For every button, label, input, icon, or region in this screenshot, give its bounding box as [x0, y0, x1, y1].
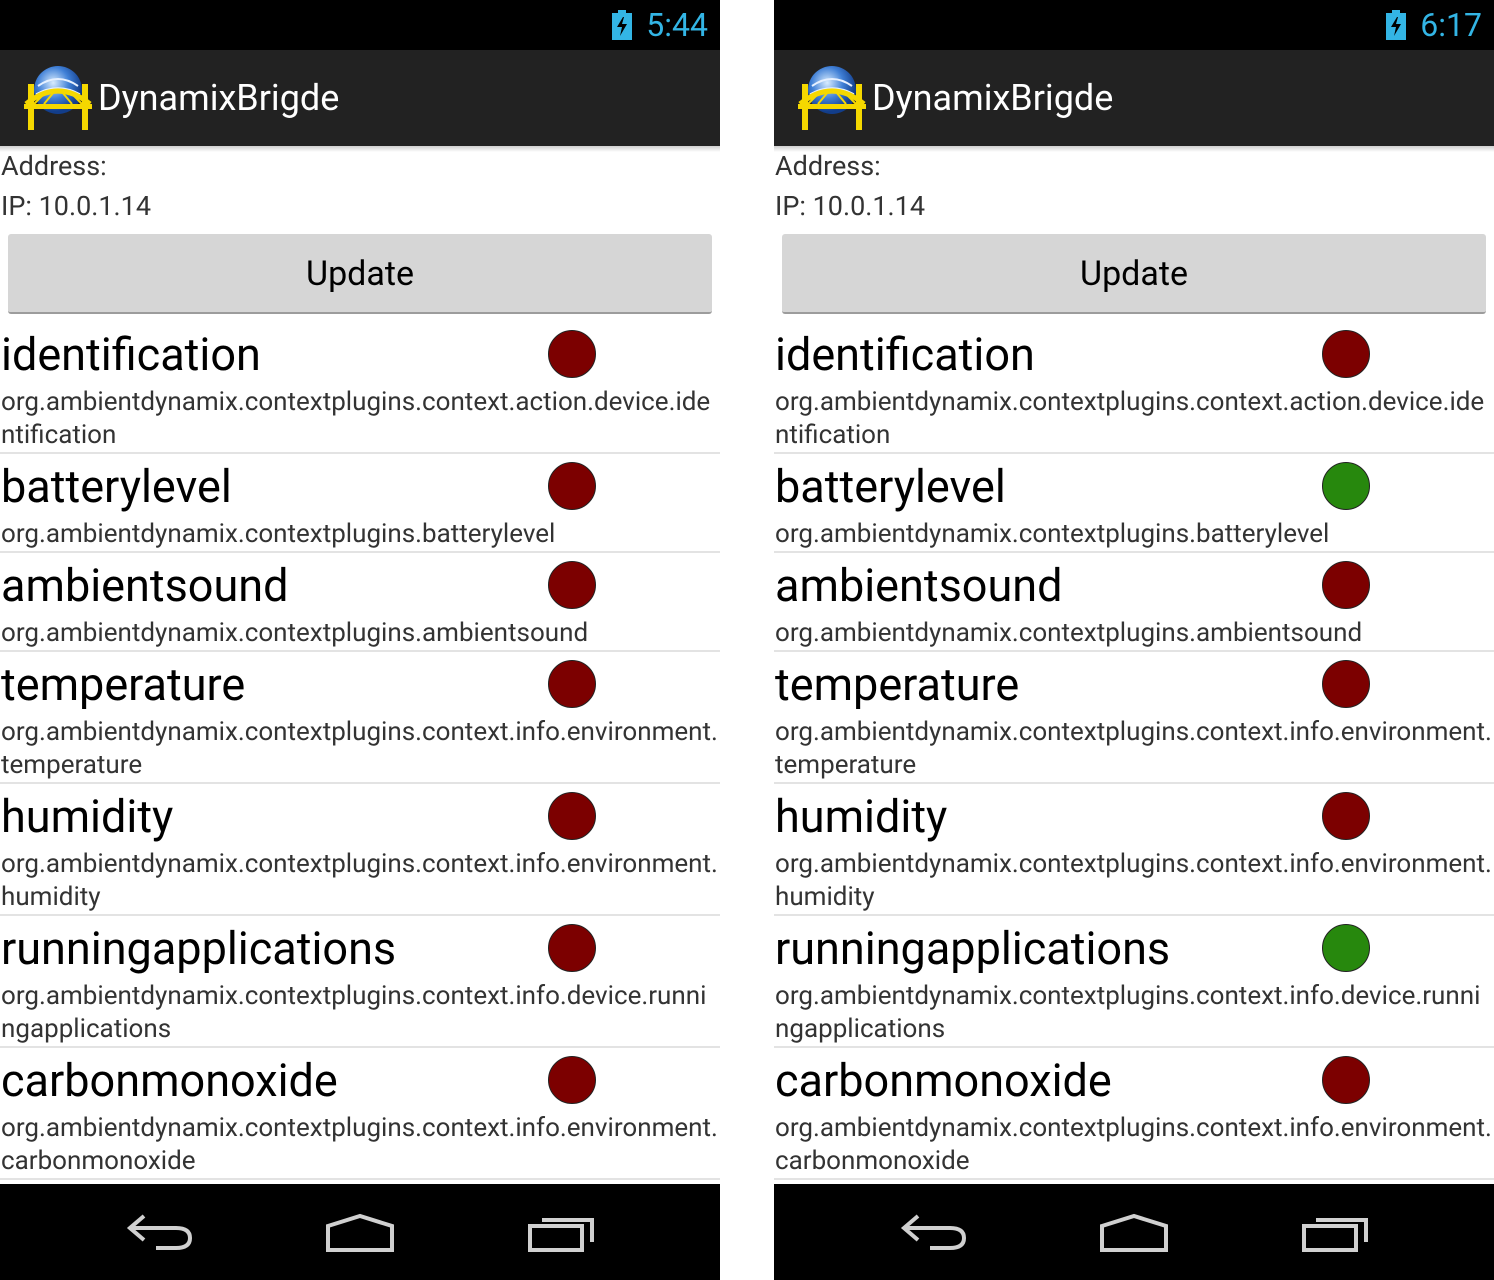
- plugin-row[interactable]: ambientsound org.ambientdynamix.contextp…: [774, 553, 1494, 652]
- plugin-list: identification org.ambientdynamix.contex…: [774, 322, 1494, 1180]
- plugin-name: identification: [1, 328, 261, 381]
- back-icon[interactable]: [900, 1212, 968, 1252]
- plugin-status-indicator: [548, 792, 596, 840]
- address-label: Address:: [1, 150, 107, 182]
- main-content: Address: IP: 10.0.1.14 Update identifica…: [0, 146, 720, 1180]
- plugin-row[interactable]: carbonmonoxide org.ambientdynamix.contex…: [0, 1048, 720, 1180]
- plugin-row[interactable]: batterylevel org.ambientdynamix.contextp…: [0, 454, 720, 553]
- plugin-name: ambientsound: [775, 559, 1063, 612]
- main-content: Address: IP: 10.0.1.14 Update identifica…: [774, 146, 1494, 1180]
- plugin-name: carbonmonoxide: [775, 1054, 1112, 1107]
- recents-icon[interactable]: [528, 1212, 596, 1252]
- plugin-row[interactable]: runningapplications org.ambientdynamix.c…: [0, 916, 720, 1048]
- plugin-name: humidity: [775, 790, 948, 843]
- plugin-package: org.ambientdynamix.contextplugins.contex…: [775, 717, 1492, 780]
- plugin-package: org.ambientdynamix.contextplugins.contex…: [1, 981, 707, 1044]
- plugin-package: org.ambientdynamix.contextplugins.contex…: [775, 1113, 1492, 1176]
- plugin-package: org.ambientdynamix.contextplugins.batter…: [1, 519, 556, 549]
- update-button[interactable]: Update: [8, 234, 712, 314]
- plugin-name: carbonmonoxide: [1, 1054, 338, 1107]
- navigation-bar: [0, 1184, 720, 1280]
- status-clock: 6:17: [1420, 6, 1482, 44]
- plugin-row[interactable]: identification org.ambientdynamix.contex…: [774, 322, 1494, 454]
- status-bar: 6:17: [774, 0, 1494, 56]
- plugin-row[interactable]: runningapplications org.ambientdynamix.c…: [774, 916, 1494, 1048]
- ip-address-text: IP: 10.0.1.14: [1, 190, 152, 222]
- plugin-row[interactable]: temperature org.ambientdynamix.contextpl…: [0, 652, 720, 784]
- phone-screen-right: 6:17 DynamixBrigde Address: IP: 10.0.1.1…: [774, 0, 1494, 1280]
- plugin-package: org.ambientdynamix.contextplugins.contex…: [1, 1113, 718, 1176]
- plugin-name: ambientsound: [1, 559, 289, 612]
- bridge-globe-icon: [798, 66, 866, 130]
- navigation-bar: [774, 1184, 1494, 1280]
- status-bar: 5:44: [0, 0, 720, 56]
- plugin-name: runningapplications: [1, 922, 397, 975]
- plugin-row[interactable]: humidity org.ambientdynamix.contextplugi…: [774, 784, 1494, 916]
- bridge-globe-icon: [24, 66, 92, 130]
- plugin-status-indicator: [1322, 792, 1370, 840]
- action-bar: DynamixBrigde: [0, 50, 720, 152]
- plugin-status-indicator: [548, 660, 596, 708]
- address-label: Address:: [775, 150, 881, 182]
- plugin-status-indicator: [1322, 330, 1370, 378]
- app-title: DynamixBrigde: [98, 77, 340, 119]
- plugin-row[interactable]: carbonmonoxide org.ambientdynamix.contex…: [774, 1048, 1494, 1180]
- status-clock: 5:44: [646, 6, 708, 44]
- battery-charging-icon: [1386, 10, 1406, 40]
- plugin-row[interactable]: batterylevel org.ambientdynamix.contextp…: [774, 454, 1494, 553]
- plugin-name: runningapplications: [775, 922, 1171, 975]
- plugin-row[interactable]: identification org.ambientdynamix.contex…: [0, 322, 720, 454]
- plugin-package: org.ambientdynamix.contextplugins.contex…: [775, 981, 1481, 1044]
- home-icon[interactable]: [1098, 1212, 1170, 1252]
- plugin-package: org.ambientdynamix.contextplugins.contex…: [1, 717, 718, 780]
- plugin-status-indicator: [1322, 561, 1370, 609]
- update-button[interactable]: Update: [782, 234, 1486, 314]
- plugin-row[interactable]: humidity org.ambientdynamix.contextplugi…: [0, 784, 720, 916]
- plugin-package: org.ambientdynamix.contextplugins.batter…: [775, 519, 1330, 549]
- plugin-status-indicator: [1322, 924, 1370, 972]
- ip-address-text: IP: 10.0.1.14: [775, 190, 926, 222]
- plugin-status-indicator: [548, 462, 596, 510]
- plugin-package: org.ambientdynamix.contextplugins.ambien…: [1, 618, 589, 648]
- plugin-package: org.ambientdynamix.contextplugins.contex…: [775, 849, 1492, 912]
- plugin-name: batterylevel: [775, 460, 1006, 513]
- plugin-name: temperature: [1, 658, 246, 711]
- plugin-status-indicator: [1322, 1056, 1370, 1104]
- battery-charging-icon: [612, 10, 632, 40]
- back-icon[interactable]: [126, 1212, 194, 1252]
- plugin-package: org.ambientdynamix.contextplugins.contex…: [1, 387, 711, 450]
- plugin-list: identification org.ambientdynamix.contex…: [0, 322, 720, 1180]
- plugin-name: temperature: [775, 658, 1020, 711]
- plugin-name: identification: [775, 328, 1035, 381]
- recents-icon[interactable]: [1302, 1212, 1370, 1252]
- plugin-package: org.ambientdynamix.contextplugins.contex…: [775, 387, 1485, 450]
- app-title: DynamixBrigde: [872, 77, 1114, 119]
- plugin-name: humidity: [1, 790, 174, 843]
- plugin-status-indicator: [548, 1056, 596, 1104]
- phone-screen-left: 5:44 DynamixBrigde Address: IP: 10.0.1.1…: [0, 0, 720, 1280]
- action-bar: DynamixBrigde: [774, 50, 1494, 152]
- home-icon[interactable]: [324, 1212, 396, 1252]
- plugin-status-indicator: [1322, 462, 1370, 510]
- plugin-status-indicator: [1322, 660, 1370, 708]
- plugin-row[interactable]: ambientsound org.ambientdynamix.contextp…: [0, 553, 720, 652]
- plugin-name: batterylevel: [1, 460, 232, 513]
- plugin-row[interactable]: temperature org.ambientdynamix.contextpl…: [774, 652, 1494, 784]
- plugin-package: org.ambientdynamix.contextplugins.ambien…: [775, 618, 1363, 648]
- plugin-package: org.ambientdynamix.contextplugins.contex…: [1, 849, 718, 912]
- plugin-status-indicator: [548, 330, 596, 378]
- plugin-status-indicator: [548, 561, 596, 609]
- plugin-status-indicator: [548, 924, 596, 972]
